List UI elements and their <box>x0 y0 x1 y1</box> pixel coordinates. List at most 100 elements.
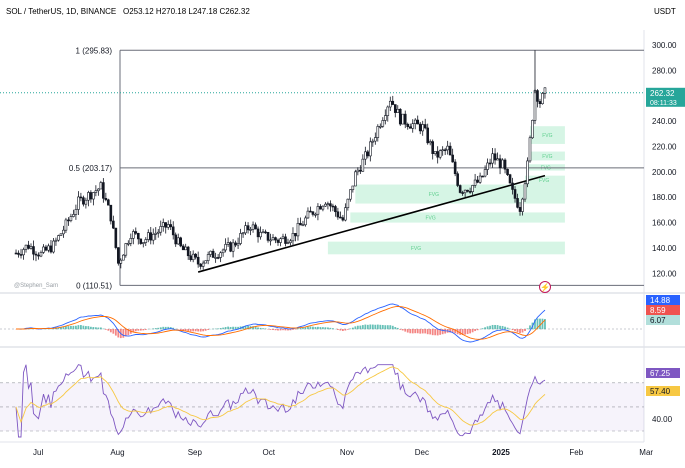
candle-body <box>244 225 247 234</box>
candle-body <box>271 237 275 241</box>
candle-body <box>408 126 412 129</box>
candle-body <box>334 206 337 213</box>
macd-histogram-bar <box>134 329 137 332</box>
macd-histogram-bar <box>152 328 155 330</box>
candle-body <box>543 87 547 94</box>
candle-body <box>299 222 302 226</box>
candle-body <box>181 245 185 251</box>
candle-body <box>306 210 310 219</box>
macd-histogram-bar <box>234 326 237 330</box>
candle-body <box>503 159 507 170</box>
candle-body <box>256 228 260 238</box>
time-axis-tick-label: Oct <box>263 448 276 457</box>
ohlc-readout: O253.12 H270.18 L247.18 C262.32 <box>123 7 250 16</box>
candle-body <box>49 245 53 253</box>
macd-histogram-bar <box>142 329 145 331</box>
candle-body <box>251 224 255 230</box>
candle-body <box>296 222 300 237</box>
macd-histogram-bar <box>322 327 324 330</box>
macd-histogram-bar <box>309 326 312 330</box>
candle-body <box>488 162 492 165</box>
macd-histogram-bar <box>476 329 479 331</box>
candle-body <box>391 100 395 105</box>
macd-histogram-bar <box>302 327 304 330</box>
candle-body <box>336 211 340 218</box>
candle-body <box>448 145 452 156</box>
candle-body <box>114 227 118 248</box>
candle-body <box>139 238 143 244</box>
candle-body <box>87 192 90 201</box>
candle-body <box>37 254 40 257</box>
candle-body <box>346 198 350 209</box>
last-price-value: 262.32 <box>650 89 675 98</box>
price-chart[interactable]: FVG FVG FVG FVG FVG FVG FVG 1 (295.83) 0.5 (203… <box>0 0 685 468</box>
macd-histogram-bar <box>459 329 462 335</box>
candle-body <box>381 120 385 127</box>
candle-body <box>136 233 140 240</box>
macd-histogram-bar <box>421 329 424 334</box>
candle-body <box>486 162 489 170</box>
macd-histogram-bar <box>192 329 195 332</box>
macd-histogram-bar <box>379 324 382 330</box>
candle-body <box>378 125 382 128</box>
macd-histogram-bar <box>122 329 125 338</box>
macd-histogram-bar <box>194 329 197 332</box>
candle-body <box>124 243 128 256</box>
macd-histogram-bar <box>339 329 342 331</box>
macd-histogram-bar <box>434 329 437 336</box>
macd-histogram-bar <box>274 329 277 331</box>
last-price-tag: 262.32 08:11:33 <box>646 87 685 107</box>
candle-body <box>319 206 322 210</box>
candle-body <box>117 247 120 264</box>
candle-body <box>77 196 80 210</box>
candle-body <box>122 254 125 261</box>
candle-body <box>341 217 345 221</box>
macd-histogram-bar <box>184 329 187 331</box>
candle-body <box>199 263 202 267</box>
macd-histogram-bar <box>222 327 225 330</box>
macd-histogram-bar <box>202 329 205 332</box>
macd-histogram-bar <box>282 329 284 331</box>
macd-histogram-bar <box>99 327 102 330</box>
candle-body <box>102 182 105 199</box>
candle-body <box>451 154 454 163</box>
fvg-label: FVG <box>425 216 435 222</box>
candle-body <box>491 153 494 164</box>
macd-histogram-bar <box>159 327 162 330</box>
candle-body <box>186 246 190 257</box>
macd-histogram-bar <box>94 327 97 330</box>
macd-histogram-bar <box>297 328 299 330</box>
candle-body <box>376 126 380 138</box>
candle-body <box>134 231 138 234</box>
candle-body <box>241 232 245 235</box>
candle-body <box>214 257 217 259</box>
candle-body <box>458 185 462 193</box>
candle-body <box>518 207 522 212</box>
candle-body <box>189 255 192 261</box>
time-axis-tick-label: Feb <box>569 448 583 457</box>
macd-histogram-bar <box>109 329 112 333</box>
symbol-title: SOL / TetherUS, 1D, BINANCE <box>6 7 116 16</box>
macd-histogram-bar <box>514 329 516 332</box>
candle-body <box>329 203 332 207</box>
candle-body <box>159 226 163 233</box>
macd-histogram-bar <box>214 328 217 330</box>
macd-histogram-bar <box>179 329 182 330</box>
candle-body <box>269 239 272 242</box>
candle-body <box>416 119 420 125</box>
candle-body <box>516 198 519 208</box>
candle-body <box>264 231 267 234</box>
fvg-zone <box>327 241 565 255</box>
candle-body <box>461 192 464 194</box>
candle-body <box>119 259 123 264</box>
candle-body <box>453 161 457 175</box>
macd-histogram-bar <box>72 325 75 330</box>
candle-body <box>446 145 449 151</box>
macd-histogram-bar <box>277 329 279 331</box>
macd-histogram-bar <box>406 329 409 333</box>
candle-body <box>523 183 527 200</box>
candle-body <box>361 158 365 172</box>
macd-histogram-bar <box>207 329 210 330</box>
candle-body <box>526 160 529 185</box>
price-axis-tick-label: 300.00 <box>652 41 677 50</box>
